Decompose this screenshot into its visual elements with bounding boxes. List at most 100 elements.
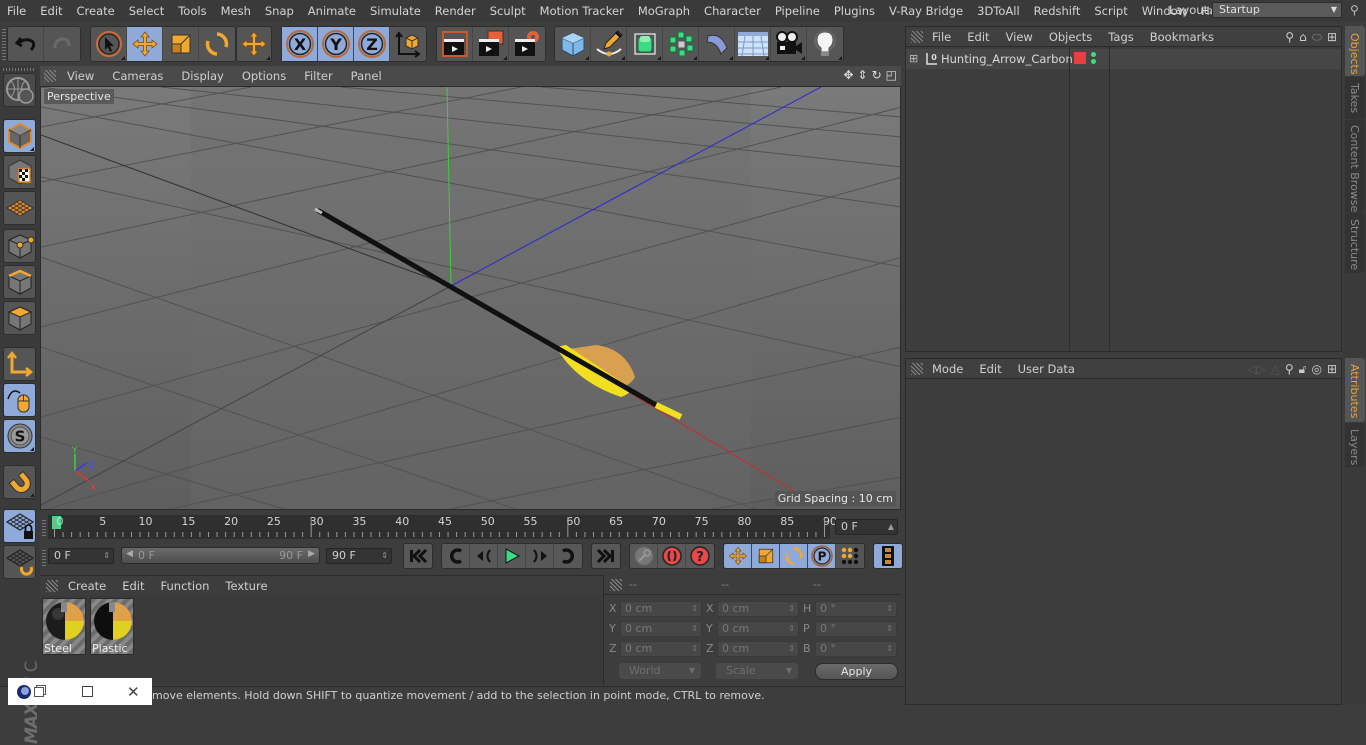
polygons-mode-button[interactable] (3, 301, 36, 335)
next-frame-button[interactable] (526, 544, 554, 568)
material-menu-texture[interactable]: Texture (217, 579, 275, 593)
menu-select[interactable]: Select (122, 4, 171, 18)
tweak-mode-button[interactable] (3, 383, 36, 417)
tab-structure[interactable]: Structure (1345, 213, 1365, 273)
workplane-lock-button[interactable] (3, 509, 36, 543)
light-button[interactable] (807, 27, 843, 61)
menu-file[interactable]: File (0, 4, 33, 18)
cloner-button[interactable] (663, 27, 699, 61)
go-to-end-button[interactable] (592, 544, 620, 568)
texture-mode-button[interactable] (3, 155, 36, 189)
rotate-button[interactable] (199, 27, 235, 61)
viewport-menu-options[interactable]: Options (233, 69, 295, 83)
apply-button[interactable]: Apply (815, 663, 898, 680)
cube-button[interactable] (555, 27, 591, 61)
size-x-field[interactable]: 0 cm ⇕ (717, 601, 799, 617)
attribute-menu-user-data[interactable]: User Data (1010, 362, 1083, 376)
keyframe-selection-button[interactable]: ? (686, 544, 714, 568)
viewport-menu-display[interactable]: Display (172, 69, 232, 83)
menu-pipeline[interactable]: Pipeline (768, 4, 827, 18)
redo-button[interactable] (44, 27, 80, 61)
3d-viewport[interactable]: Y Z X Perspective Grid Spacing : 10 cm (40, 86, 901, 510)
next-key-button[interactable] (554, 544, 582, 568)
deformer-button[interactable] (699, 27, 735, 61)
pan-view-icon[interactable]: ✥ (843, 68, 853, 82)
menu-animate[interactable]: Animate (301, 4, 363, 18)
tab-content-browser[interactable]: Content Browser (1345, 120, 1365, 217)
size-mode-dropdown[interactable]: Scale ▼ (716, 663, 798, 679)
rot-p-field[interactable]: 0 ° ⇕ (815, 621, 897, 637)
make-editable-button[interactable] (3, 73, 36, 107)
coordinate-space-dropdown[interactable]: World ▼ (619, 663, 701, 679)
object-menu-file[interactable]: File (924, 30, 959, 44)
back-arrow-icon[interactable]: ◁▷ (1247, 362, 1265, 377)
autokey-button[interactable] (658, 544, 686, 568)
restore-icon[interactable] (34, 686, 44, 697)
search-icon[interactable]: ⚲ (1350, 3, 1359, 17)
axis-mode-button[interactable] (3, 347, 36, 381)
viewport-menu-panel[interactable]: Panel (342, 69, 391, 83)
move-button[interactable] (127, 27, 163, 61)
timeline-window-button[interactable] (874, 544, 902, 568)
new-panel-icon[interactable]: ⊞ (1327, 30, 1337, 45)
render-settings-button[interactable] (509, 27, 545, 61)
column-divider[interactable] (1109, 47, 1110, 352)
column-divider[interactable] (1069, 47, 1070, 352)
viewport-menu-view[interactable]: View (58, 69, 103, 83)
snap-button[interactable] (3, 465, 36, 499)
edges-mode-button[interactable] (3, 265, 36, 299)
tab-takes[interactable]: Takes (1345, 77, 1365, 119)
pos-y-field[interactable]: 0 cm ⇕ (620, 621, 702, 637)
close-icon[interactable]: ✕ (127, 684, 140, 699)
z-axis-lock-button[interactable]: Z (354, 27, 390, 61)
position-key-button[interactable] (724, 544, 752, 568)
attribute-menu-mode[interactable]: Mode (924, 362, 971, 376)
pos-x-field[interactable]: 0 cm ⇕ (620, 601, 702, 617)
object-name[interactable]: Hunting_Arrow_Carbon (941, 52, 1073, 66)
go-to-start-button[interactable] (404, 544, 432, 568)
menu-mograph[interactable]: MoGraph (631, 4, 697, 18)
layer-color-swatch[interactable] (1074, 52, 1086, 64)
subdivision-surface-button[interactable] (627, 27, 663, 61)
workplane-mode-button[interactable] (3, 191, 36, 225)
material-swatch[interactable]: Steel (42, 598, 86, 655)
toggle-layout-icon[interactable]: ◰ (886, 68, 897, 82)
menu-mesh[interactable]: Mesh (214, 4, 258, 18)
x-axis-lock-button[interactable]: X (282, 27, 318, 61)
search-icon[interactable]: ⚲ (1285, 362, 1294, 377)
range-left-arrow-icon[interactable]: ◀ (126, 549, 133, 559)
workplane-button[interactable] (3, 545, 36, 579)
menu-3dtoall[interactable]: 3DToAll (970, 4, 1027, 18)
floor-button[interactable] (735, 27, 771, 61)
rot-h-field[interactable]: 0 ° ⇕ (815, 601, 897, 617)
maximize-icon[interactable] (82, 686, 93, 697)
coordinate-system-button[interactable] (390, 27, 426, 61)
camera-label[interactable]: Perspective (44, 89, 114, 104)
menu-snap[interactable]: Snap (258, 4, 301, 18)
object-menu-view[interactable]: View (998, 30, 1041, 44)
object-menu-objects[interactable]: Objects (1041, 30, 1100, 44)
expand-icon[interactable]: ⊞ (909, 52, 918, 65)
current-frame-field[interactable]: 0 F ▲ (835, 519, 898, 535)
range-right-arrow-icon[interactable]: ▶ (308, 549, 315, 559)
points-mode-button[interactable] (3, 229, 36, 263)
menu-simulate[interactable]: Simulate (363, 4, 428, 18)
model-mode-button[interactable] (3, 119, 36, 153)
play-button[interactable] (498, 544, 526, 568)
object-menu-bookmarks[interactable]: Bookmarks (1142, 30, 1222, 44)
rotate-view-icon[interactable]: ↻ (872, 68, 882, 82)
material-menu-function[interactable]: Function (153, 579, 218, 593)
tab-objects[interactable]: Objects (1345, 26, 1365, 76)
end-frame-field[interactable]: 90 F ⇕ (326, 548, 392, 564)
scale-key-button[interactable] (752, 544, 780, 568)
size-y-field[interactable]: 0 cm ⇕ (717, 621, 799, 637)
eye-icon[interactable]: ⬭ (1312, 30, 1322, 45)
material-menu-create[interactable]: Create (60, 579, 114, 593)
tab-attributes[interactable]: Attributes (1345, 358, 1365, 422)
previous-frame-button[interactable] (470, 544, 498, 568)
render-view-button[interactable] (437, 27, 473, 61)
start-frame-field[interactable]: 0 F ⇕ (48, 548, 114, 564)
undo-button[interactable] (8, 27, 44, 61)
render-visibility-dot[interactable] (1091, 59, 1096, 64)
home-icon[interactable]: ⌂ (1299, 30, 1307, 45)
